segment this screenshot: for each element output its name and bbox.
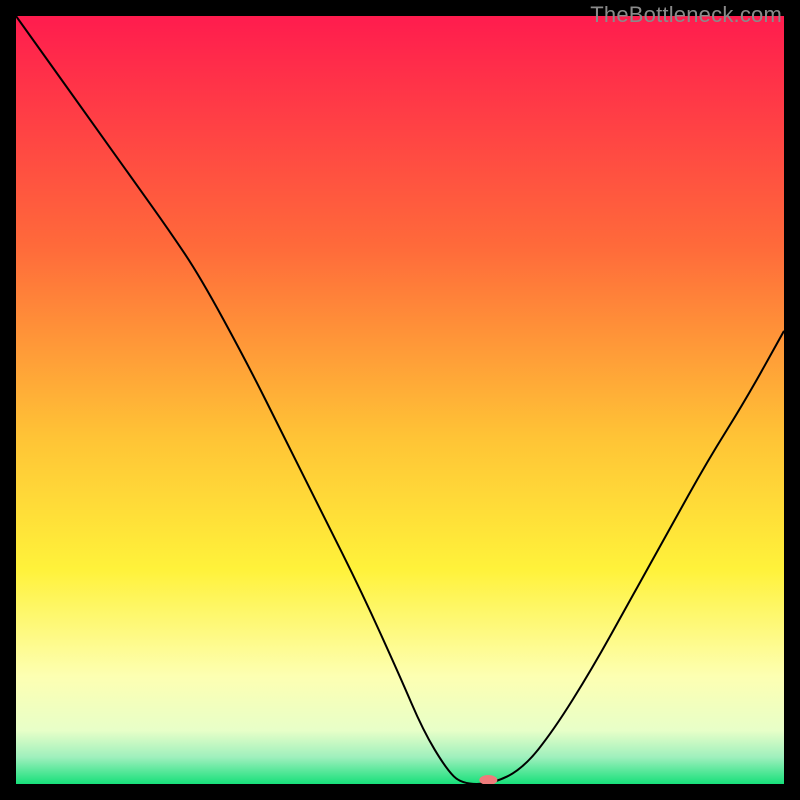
watermark-label: TheBottleneck.com (590, 2, 782, 28)
chart-frame: TheBottleneck.com (0, 0, 800, 800)
bottleneck-chart (16, 16, 784, 784)
chart-plot-area (16, 16, 784, 784)
gradient-background (16, 16, 784, 784)
